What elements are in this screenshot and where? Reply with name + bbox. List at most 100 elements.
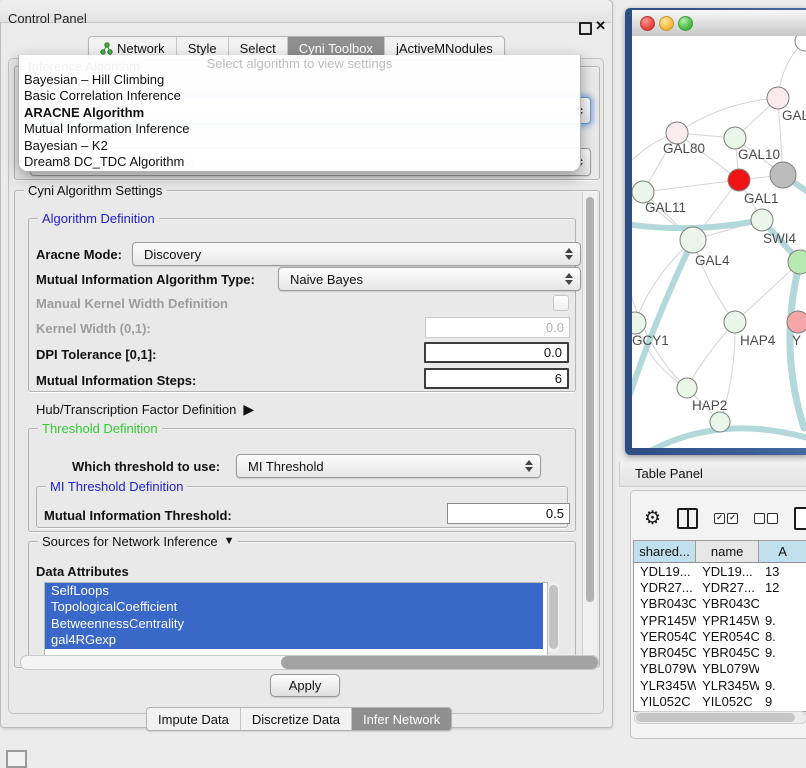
network-node-label: GAL1 [744, 191, 779, 206]
algorithm-option[interactable]: Dream8 DC_TDC Algorithm [19, 154, 580, 170]
mi-steps-field[interactable]: 6 [424, 368, 569, 389]
network-node-swi4[interactable] [751, 209, 773, 231]
network-node-y[interactable] [787, 311, 806, 333]
algorithm-option[interactable]: Mutual Information Inference [19, 121, 580, 137]
mi-type-combobox[interactable]: Naive Bayes [278, 267, 581, 291]
network-edge-thick[interactable] [632, 220, 762, 228]
network-node-gcy1[interactable] [632, 312, 646, 334]
table-body: YDL19...YDL19...13YDR27...YDR27...12YBR0… [634, 563, 806, 710]
tab-label: Impute Data [158, 712, 229, 727]
network-edge-thick[interactable] [652, 428, 806, 448]
algorithm-option[interactable]: Bayesian – K2 [19, 138, 580, 154]
network-node-gal10[interactable] [724, 127, 746, 149]
mi-threshold-label: Mutual Information Threshold: [44, 508, 232, 523]
dpi-tolerance-field[interactable]: 0.0 [424, 342, 569, 363]
data-attributes-list[interactable]: SelfLoopsTopologicalCoefficientBetweenne… [44, 582, 548, 656]
network-edge[interactable] [677, 98, 778, 133]
network-node-gal4[interactable] [680, 227, 706, 253]
table-row[interactable]: YBL079WYBL079W [634, 661, 806, 677]
panel-collapse-button[interactable] [6, 750, 27, 768]
gear-icon[interactable]: ⚙ [644, 507, 661, 530]
close-icon[interactable]: ✕ [595, 18, 606, 34]
which-threshold-combobox[interactable]: MI Threshold [236, 454, 541, 478]
settings-scrollbar[interactable] [582, 192, 597, 662]
column-header-a[interactable]: A [759, 541, 806, 562]
mi-threshold-field[interactable]: 0.5 [447, 503, 570, 524]
table-row[interactable]: YLR345WYLR345W9. [634, 677, 806, 693]
table-row[interactable]: YDR27...YDR27...12 [634, 579, 806, 595]
table-hscrollbar[interactable] [634, 711, 806, 724]
hub-definition-toggle[interactable]: Hub/Transcription Factor Definition ▶ [36, 401, 254, 418]
data-attribute-item[interactable]: SelfLoops [45, 583, 543, 599]
data-attribute-item[interactable]: BetweennessCentrality [45, 616, 543, 632]
manual-kernel-checkbox[interactable] [553, 295, 569, 311]
algorithm-option[interactable]: Basic Correlation Inference [19, 88, 580, 104]
settings-hscrollbar[interactable] [20, 655, 599, 670]
column-header-shared[interactable]: shared... [634, 541, 696, 562]
apply-button[interactable]: Apply [270, 674, 340, 697]
network-node-hap2[interactable] [677, 378, 697, 398]
network-node-label: SWI4 [763, 231, 796, 246]
data-attribute-item[interactable]: gal4RGexp [45, 632, 543, 648]
network-edge[interactable] [643, 180, 739, 192]
table-row[interactable]: YBR043CYBR043C [634, 596, 806, 612]
bottom-tab-discretize-data[interactable]: Discretize Data [240, 708, 351, 730]
network-node[interactable] [710, 412, 730, 432]
select-all-icon[interactable]: ✓✓ [714, 513, 738, 524]
table-cell: 12 [759, 580, 806, 595]
network-edge[interactable] [687, 322, 735, 388]
bottom-tab-infer-network[interactable]: Infer Network [351, 708, 451, 730]
aracne-mode-combobox[interactable]: Discovery [132, 242, 581, 266]
network-node-gal1[interactable] [728, 169, 750, 191]
deselect-all-icon[interactable] [754, 513, 778, 524]
cyni-settings-title: Cyni Algorithm Settings [24, 183, 166, 198]
network-node-label: GAL11 [645, 200, 686, 215]
close-traffic-light-icon[interactable] [640, 16, 655, 31]
attributes-scrollbar-thumb[interactable] [549, 585, 558, 649]
network-node-label: GCY1 [632, 333, 669, 348]
table-cell: YBL079W [634, 661, 696, 676]
algorithm-popup-items: Bayesian – Hill ClimbingBasic Correlatio… [19, 72, 580, 170]
table-hscrollbar-thumb[interactable] [636, 713, 795, 722]
chevron-right-icon: ▶ [243, 401, 254, 418]
algorithm-option[interactable]: ARACNE Algorithm [19, 105, 580, 121]
network-node-gal[interactable] [767, 87, 789, 109]
table-header-row: shared...nameA [634, 541, 806, 563]
network-view-canvas[interactable]: GALGAL80GAL10GAL1GAL11SWI4GAL4GCY1HAP4YH… [632, 36, 806, 448]
table-cell: YDR27... [634, 580, 696, 595]
table-row[interactable]: YER054CYER054C8. [634, 628, 806, 644]
split-columns-icon[interactable] [677, 508, 698, 529]
data-attribute-item[interactable]: TopologicalCoefficient [45, 599, 543, 615]
algorithm-popup-list: Select algorithm to view settings Bayesi… [18, 55, 581, 172]
settings-hscrollbar-thumb[interactable] [281, 656, 598, 669]
sources-group-title[interactable]: Sources for Network Inference ▼ [38, 534, 238, 549]
table-cell: YER054C [634, 629, 696, 644]
table-row[interactable]: YDL19...YDL19...13 [634, 563, 806, 579]
table-cell: YPR145W [696, 613, 759, 628]
network-node-hap4[interactable] [724, 311, 746, 333]
table-cell: 9. [759, 613, 806, 628]
table-row[interactable]: YBR045CYBR045C9. [634, 644, 806, 660]
stepper-icon [525, 460, 533, 472]
table-row[interactable]: YIL052CYIL052C9 [634, 693, 806, 709]
manual-kernel-label: Manual Kernel Width Definition [36, 296, 228, 311]
network-node[interactable] [795, 36, 806, 51]
float-icon[interactable] [579, 22, 592, 35]
mi-steps-label: Mutual Information Steps: [36, 373, 196, 388]
zoom-traffic-light-icon[interactable] [678, 16, 693, 31]
settings-scrollbar-thumb[interactable] [586, 197, 594, 602]
column-header-name[interactable]: name [696, 541, 759, 562]
attributes-scrollbar[interactable] [548, 583, 559, 653]
table-cell: YLR345W [696, 678, 759, 693]
minimize-traffic-light-icon[interactable] [659, 16, 674, 31]
document-icon[interactable] [794, 507, 806, 530]
algorithm-option[interactable]: Bayesian – Hill Climbing [19, 72, 580, 88]
network-window-titlebar[interactable] [632, 10, 806, 37]
node-table: shared...nameA YDL19...YDL19...13YDR27..… [633, 540, 806, 712]
bottom-tab-impute-data[interactable]: Impute Data [147, 708, 240, 730]
table-row[interactable]: YPR145WYPR145W9. [634, 612, 806, 628]
table-cell: YBR043C [634, 596, 696, 611]
window-controls: ✕ [560, 8, 610, 30]
network-node[interactable] [770, 162, 796, 188]
kernel-width-field[interactable]: 0.0 [425, 317, 570, 338]
